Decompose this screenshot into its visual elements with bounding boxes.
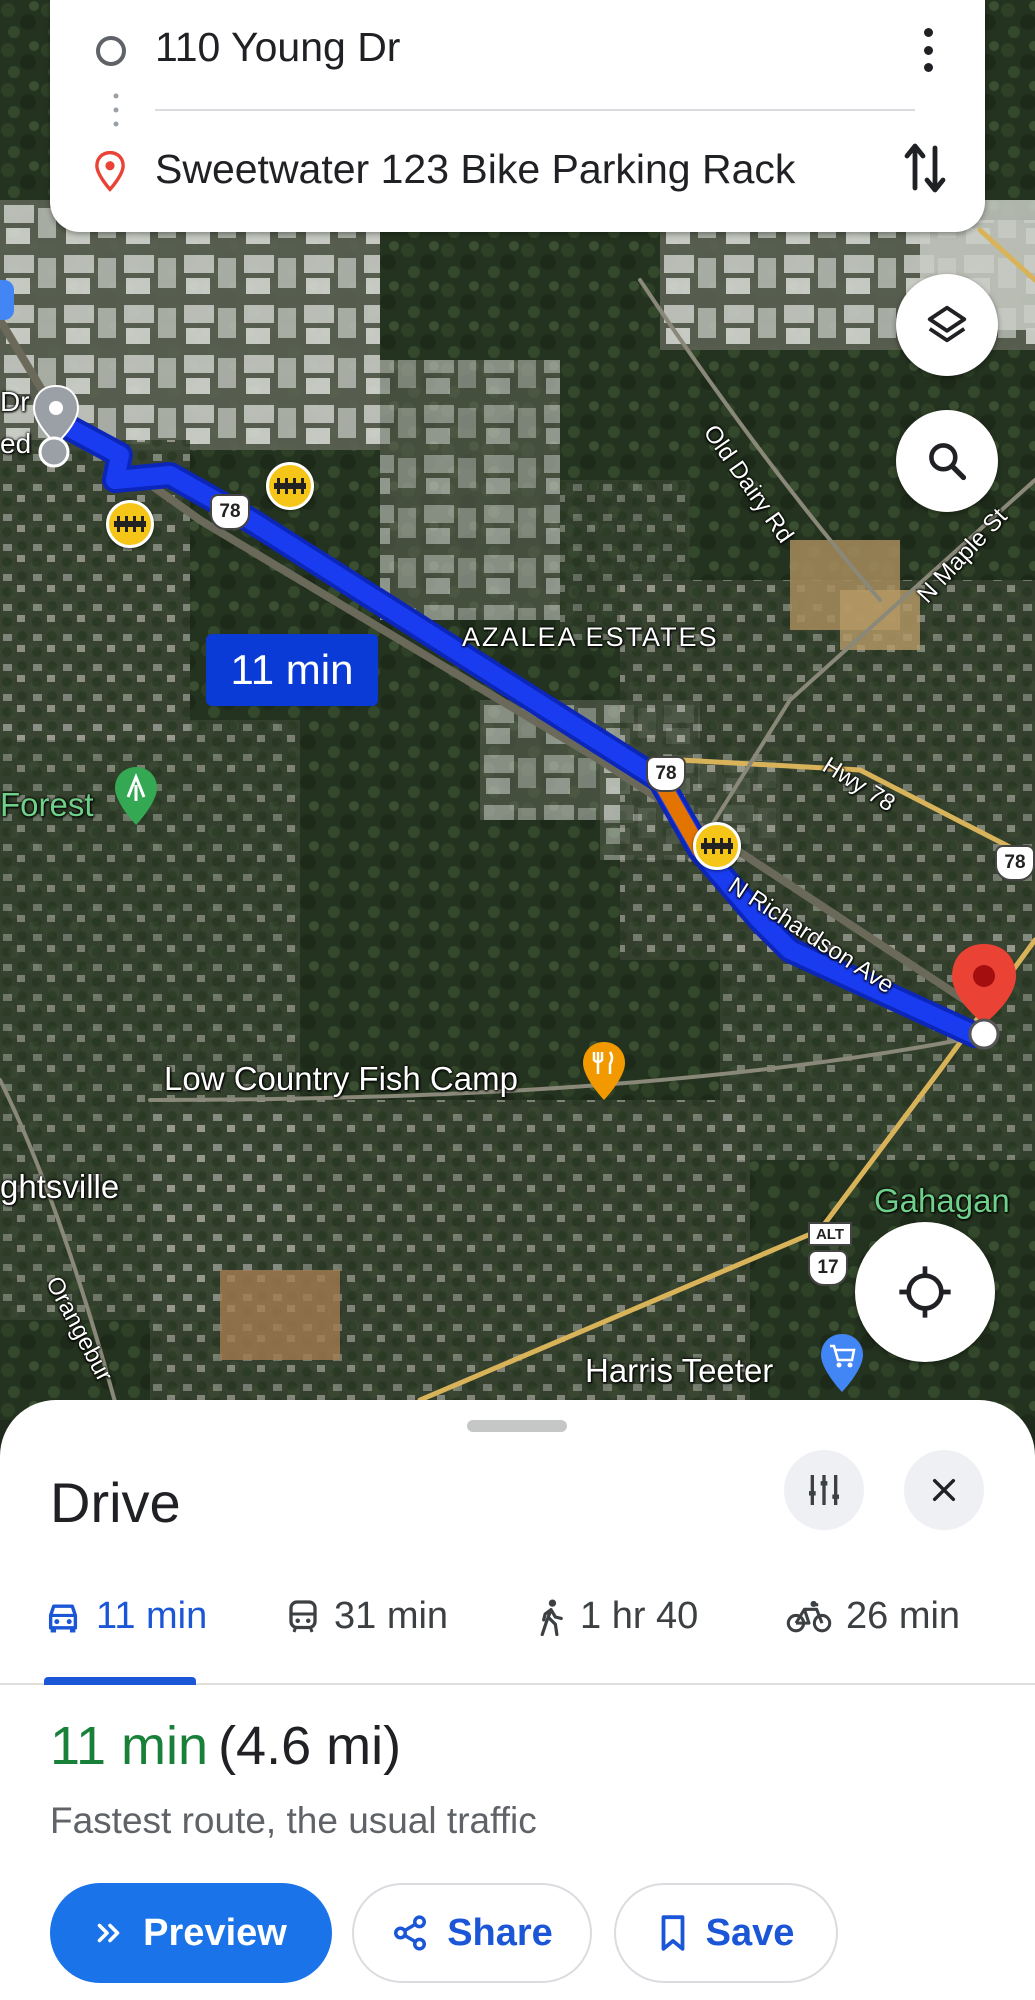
park-pin-icon[interactable]: [112, 765, 160, 829]
search-along-route-button[interactable]: [896, 410, 998, 512]
railroad-crossing-icon[interactable]: [266, 462, 314, 510]
destination-field[interactable]: Sweetwater 123 Bike Parking Rack: [155, 146, 795, 193]
route-summary: 11 min (4.6 mi): [50, 1715, 401, 1777]
bike-icon: [786, 1600, 832, 1632]
restaurant-pin-icon[interactable]: [580, 1040, 628, 1104]
preview-button[interactable]: Preview: [50, 1883, 332, 1983]
drag-handle[interactable]: [467, 1420, 567, 1432]
tab-transit[interactable]: 31 min: [286, 1595, 448, 1638]
railroad-crossing-icon[interactable]: [106, 500, 154, 548]
railroad-crossing-icon[interactable]: [693, 822, 741, 870]
destination-pin-icon: [95, 150, 125, 192]
divider: [155, 109, 915, 111]
road-label: Dr: [0, 386, 30, 417]
layers-icon: [927, 305, 967, 343]
map-view[interactable]: 11 min 78 78 78 ALT 17 Old Dairy Rd N Ma…: [0, 0, 1035, 1420]
layers-button[interactable]: [896, 274, 998, 376]
double-chevron-icon: [97, 1923, 120, 1943]
tab-walk[interactable]: 1 hr 40: [536, 1595, 698, 1638]
poi-label: Harris Teeter: [585, 1352, 774, 1389]
save-button[interactable]: Save: [614, 1883, 838, 1983]
close-button[interactable]: [904, 1450, 984, 1530]
car-icon: [48, 1603, 78, 1632]
route-description: Fastest route, the usual traffic: [50, 1800, 537, 1841]
shopping-cart-pin-icon[interactable]: [818, 1332, 866, 1396]
close-icon: [932, 1478, 956, 1502]
map-edge-poi-icon: [0, 280, 14, 320]
tab-bike-label: 26 min: [846, 1595, 961, 1637]
my-location-button[interactable]: [855, 1222, 995, 1362]
route-duration: 11 min: [50, 1716, 209, 1776]
route-distance: (4.6 mi): [218, 1716, 402, 1776]
travel-mode-tabs: 11 min 31 min 1 hr 40 26 min: [0, 1575, 1035, 1685]
route-options-button[interactable]: [784, 1450, 864, 1530]
save-label: Save: [705, 1911, 795, 1954]
start-marker-icon: [32, 384, 80, 468]
directions-search-card: 110 Young Dr Sweetwater 123 Bike Parking…: [50, 0, 985, 232]
share-icon: [394, 1915, 427, 1951]
origin-field[interactable]: 110 Young Dr: [155, 24, 400, 71]
active-tab-indicator: [44, 1677, 196, 1685]
highway-shield: 78: [210, 494, 250, 530]
neighborhood-label: AZALEA ESTATES: [462, 622, 719, 652]
origin-circle-icon: [96, 36, 126, 66]
transit-icon: [289, 1599, 317, 1632]
sliders-icon: [809, 1475, 839, 1505]
highway-shield: 78: [646, 756, 686, 792]
route-dots-icon: [113, 93, 119, 127]
tab-transit-label: 31 min: [334, 1595, 449, 1637]
crosshair-icon: [899, 1266, 951, 1318]
highway-shield: 78: [995, 845, 1035, 881]
road-label: ed: [0, 428, 32, 459]
walk-icon: [540, 1598, 563, 1636]
tab-walk-label: 1 hr 40: [580, 1595, 699, 1637]
alt-route-shield: ALT: [808, 1222, 852, 1246]
park-label: Forest: [0, 786, 94, 823]
share-label: Share: [447, 1911, 553, 1954]
more-options-button[interactable]: [908, 24, 948, 76]
poi-label: Low Country Fish Camp: [164, 1060, 518, 1097]
bookmark-icon: [661, 1915, 685, 1951]
destination-pin-icon: [952, 944, 1016, 1050]
swap-icon[interactable]: [900, 140, 950, 196]
search-icon: [929, 443, 967, 481]
route-time-badge[interactable]: 11 min: [206, 634, 378, 706]
directions-bottom-sheet: Drive 11 min 31 min 1 hr 40 26 min 11 mi…: [0, 1400, 1035, 2000]
sheet-title: Drive: [50, 1471, 181, 1534]
tab-drive[interactable]: 11 min: [44, 1595, 207, 1638]
share-button[interactable]: Share: [352, 1883, 592, 1983]
tab-drive-label: 11 min: [96, 1595, 208, 1637]
highway-shield: 17: [808, 1250, 848, 1286]
place-label: Gahagan: [874, 1182, 1010, 1219]
tab-bike[interactable]: 26 min: [786, 1595, 960, 1638]
preview-label: Preview: [143, 1911, 287, 1954]
place-label: ghtsville: [0, 1168, 120, 1205]
